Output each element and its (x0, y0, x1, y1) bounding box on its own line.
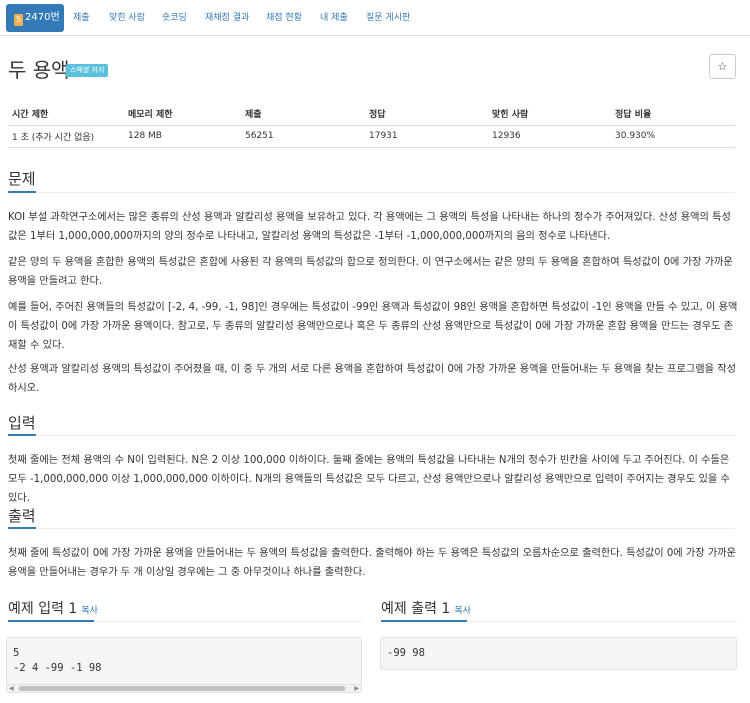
header-submissions: 제출 (241, 102, 365, 126)
header-solved-users: 맞힌 사람 (488, 102, 611, 126)
section-divider (8, 435, 735, 436)
sample-input-line-2: -2 4 -99 -1 98 (13, 662, 102, 674)
copy-sample-output-link[interactable]: 복사 (454, 606, 471, 616)
sample-output-line-1: -99 98 (387, 647, 425, 659)
header-time-limit: 시간 제한 (8, 102, 124, 126)
copy-sample-input-link[interactable]: 복사 (81, 606, 98, 616)
star-icon: ☆ (717, 60, 728, 73)
nav-my-submissions[interactable]: 내 제출 (320, 0, 348, 36)
input-description: 첫째 줄에는 전체 용액의 수 N이 입력된다. N은 2 이상 100,000… (8, 455, 730, 504)
sample-input-heading: 예제 입력 1 복사 (8, 598, 98, 618)
nav-submit[interactable]: 제출 (73, 0, 90, 36)
sample-input-scrollbar[interactable]: ◀ ▶ (7, 684, 361, 692)
sample-output-box[interactable]: -99 98 (380, 637, 737, 670)
sample-input-title: 예제 입력 1 (8, 601, 78, 617)
input-section-heading: 입력 (8, 414, 36, 432)
nav-problem-number-label: 2470번 (25, 12, 60, 23)
table-row: 1 초 (추가 시간 없음) 128 MB 56251 17931 12936 … (8, 125, 735, 148)
special-judge-badge: 스페셜 저지 (66, 64, 109, 77)
problem-info-table: 시간 제한 메모리 제한 제출 정답 맞힌 사람 정답 비율 1 초 (추가 시… (8, 102, 735, 148)
scroll-right-icon[interactable]: ▶ (354, 685, 359, 693)
nav-judge-status[interactable]: 채점 현황 (266, 0, 302, 36)
section-underline (381, 620, 467, 622)
section-underline (8, 527, 36, 529)
sample-output-heading: 예제 출력 1 복사 (381, 598, 471, 618)
value-accept-ratio: 30.930% (611, 125, 735, 148)
nav-solved-users[interactable]: 맞힌 사람 (109, 0, 145, 36)
output-description: 첫째 줄에 특성값이 0에 가장 가까운 용액을 만들어내는 두 용액의 특성값… (8, 548, 737, 578)
header-accepted: 정답 (365, 102, 488, 126)
problem-paragraph-4: 산성 용액과 알칼리성 용액의 특성값이 주어졌을 때, 이 중 두 개의 서로… (8, 364, 736, 394)
section-underline (8, 191, 36, 193)
nav-problem-number[interactable]: 5 2470번 (6, 4, 64, 32)
favorite-star-button[interactable]: ☆ (709, 54, 736, 79)
problem-section-heading: 문제 (8, 170, 36, 188)
problem-title: 두 용액 (8, 58, 70, 82)
value-memory-limit: 128 MB (124, 125, 241, 148)
output-section-heading: 출력 (8, 507, 36, 525)
problem-paragraph-2: 같은 양의 두 용액을 혼합한 용액의 특성값은 혼합에 사용된 각 용액의 특… (8, 257, 733, 287)
header-memory-limit: 메모리 제한 (124, 102, 241, 126)
section-divider (8, 528, 735, 529)
section-divider (8, 192, 735, 193)
nav-question-board[interactable]: 질문 게시판 (366, 0, 410, 36)
tier-badge-icon: 5 (14, 14, 23, 26)
nav-rejudge-results[interactable]: 재채점 결과 (205, 0, 249, 36)
header-accept-ratio: 정답 비율 (611, 102, 735, 126)
problem-paragraph-3: 예를 들어, 주어진 용액들의 특성값이 [-2, 4, -99, -1, 98… (8, 302, 738, 351)
scroll-thumb[interactable] (19, 686, 345, 691)
value-submissions: 56251 (241, 125, 365, 148)
nav-short-coding[interactable]: 숏코딩 (162, 0, 187, 36)
sample-input-line-1: 5 (13, 647, 20, 659)
scroll-left-icon[interactable]: ◀ (9, 685, 14, 693)
section-underline (8, 434, 36, 436)
value-time-limit: 1 초 (추가 시간 없음) (8, 125, 124, 148)
sample-output-title: 예제 출력 1 (381, 601, 451, 617)
section-underline (8, 620, 94, 622)
problem-paragraph-1: KOI 부설 과학연구소에서는 많은 종류의 산성 용액과 알칼리성 용액을 보… (8, 212, 731, 242)
value-accepted: 17931 (365, 125, 488, 148)
value-solved-users: 12936 (488, 125, 611, 148)
problem-nav: 5 2470번 제출 맞힌 사람 숏코딩 재채점 결과 채점 현황 내 제출 질문… (0, 0, 750, 36)
